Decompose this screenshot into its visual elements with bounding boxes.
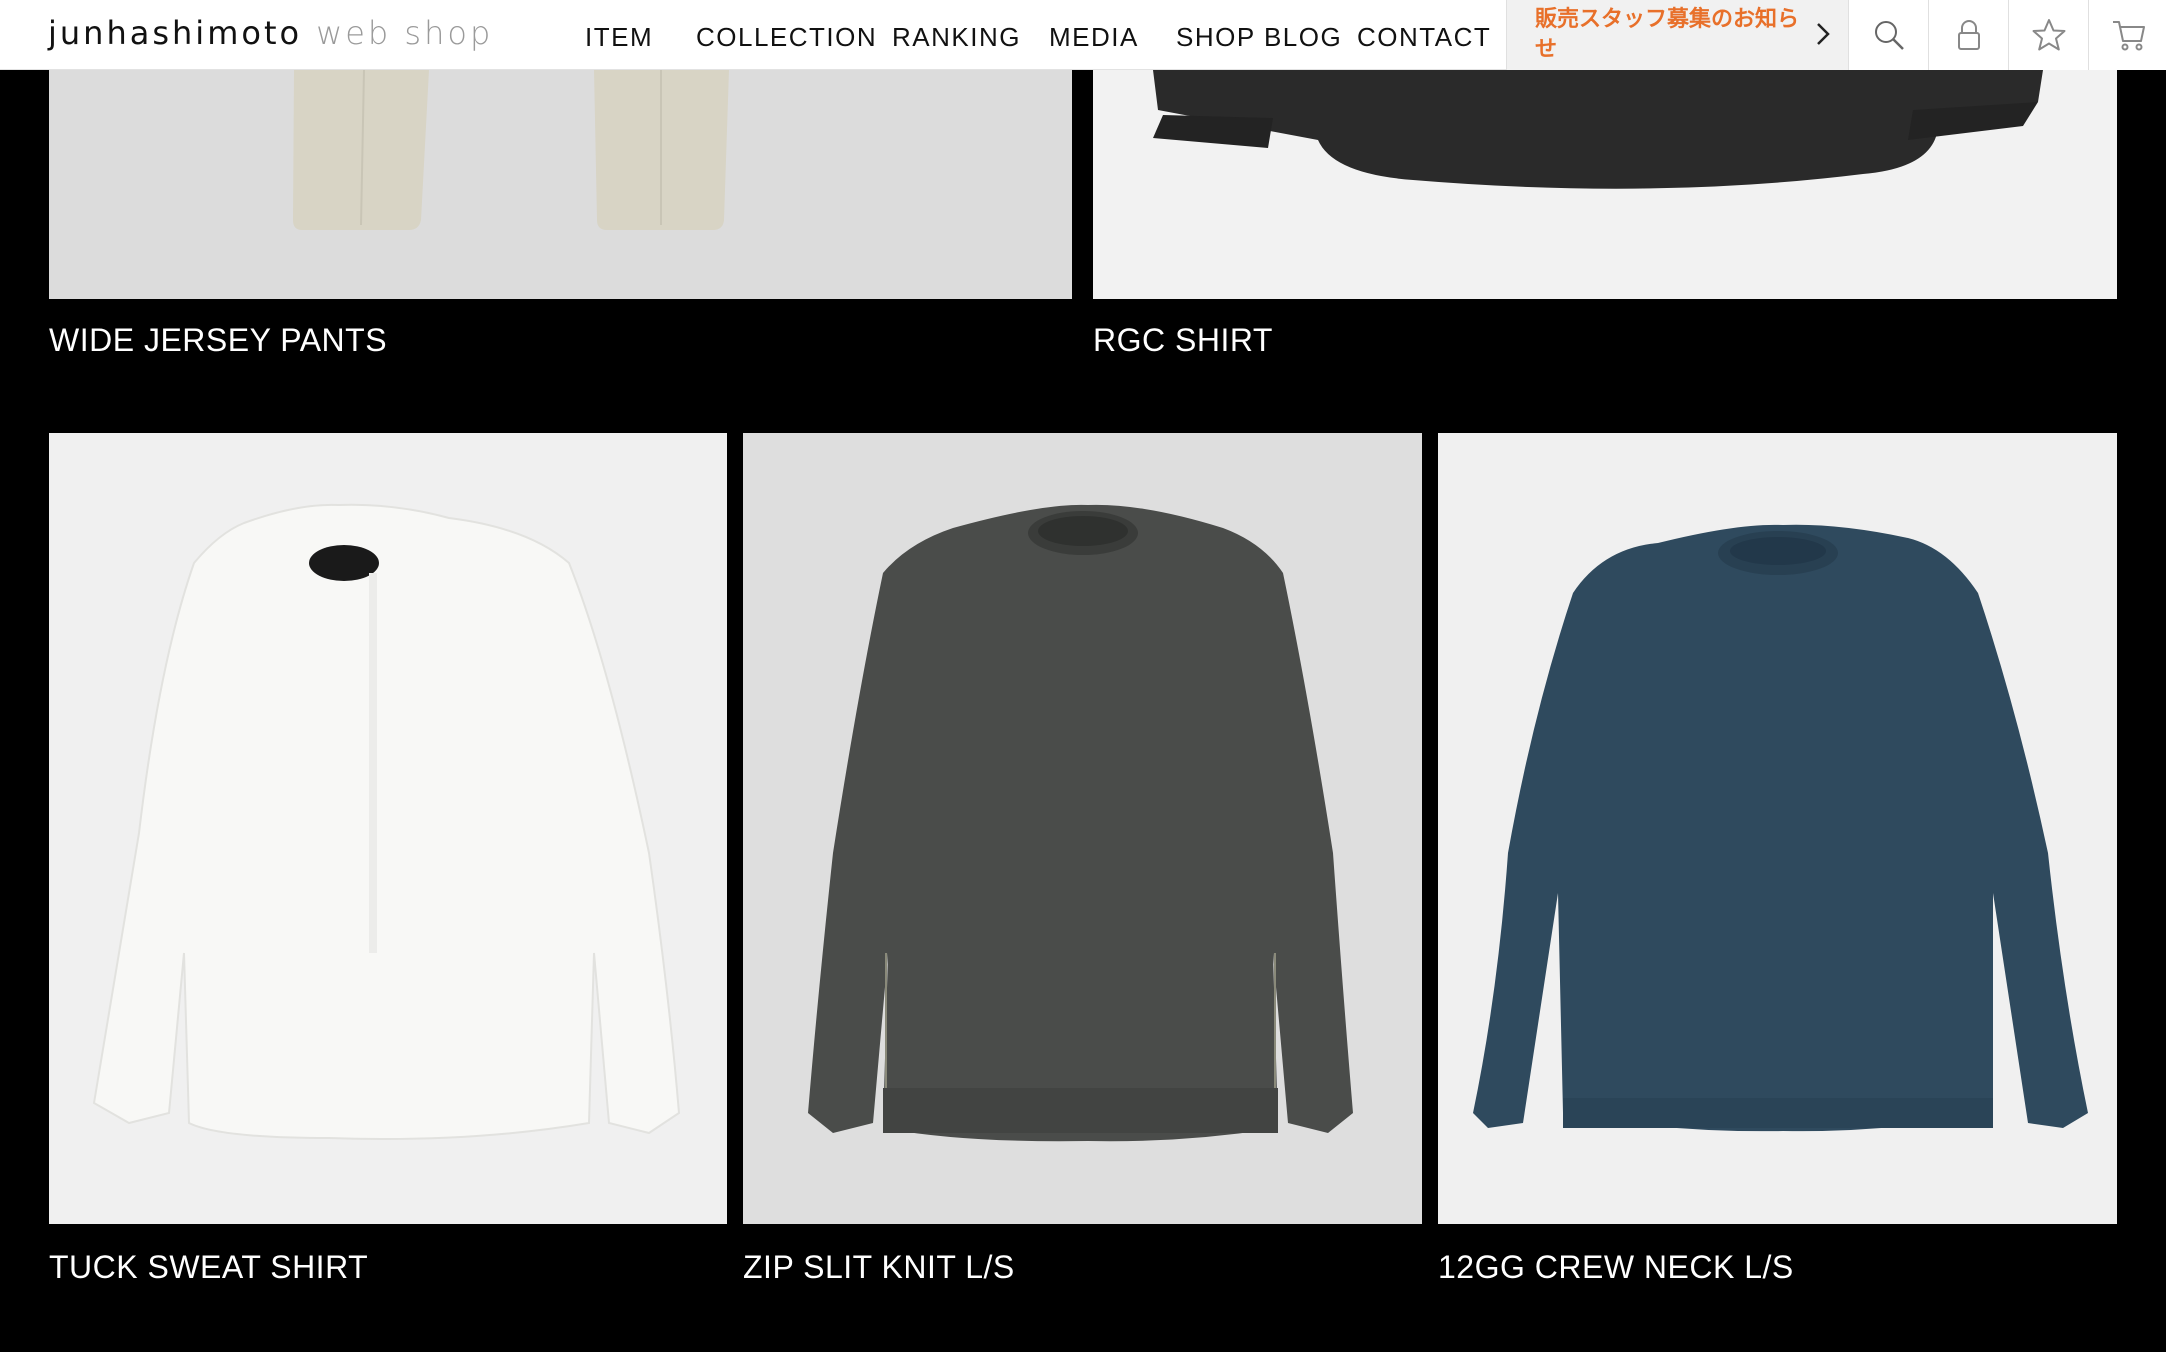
product-image[interactable] — [49, 433, 727, 1224]
chevron-right-icon — [1817, 23, 1830, 45]
notice-text: 販売スタッフ募集のお知らせ — [1535, 6, 1800, 61]
cart-button[interactable] — [2088, 0, 2166, 70]
site-header: junhashimoto web shop ITEM COLLECTION RAN… — [0, 0, 2166, 70]
star-icon — [2032, 19, 2065, 51]
nav-item-collection[interactable]: COLLECTION — [696, 22, 877, 53]
favorites-button[interactable] — [2008, 0, 2088, 70]
product-name[interactable]: WIDE JERSEY PANTS — [49, 322, 387, 359]
product-image[interactable] — [1093, 70, 2117, 299]
site-logo[interactable]: junhashimoto web shop — [48, 14, 493, 52]
product-name[interactable]: 12GG CREW NECK L/S — [1438, 1249, 1794, 1286]
logo-subtitle: web shop — [316, 14, 494, 52]
product-image[interactable] — [49, 70, 1072, 299]
product-image[interactable] — [743, 433, 1422, 1224]
search-button[interactable] — [1848, 0, 1928, 70]
cart-icon — [2112, 21, 2145, 51]
nav-item-item[interactable]: ITEM — [585, 22, 653, 53]
search-icon — [1874, 21, 1904, 50]
nav-item-contact[interactable]: CONTACT — [1357, 22, 1491, 53]
nav-item-media[interactable]: MEDIA — [1049, 22, 1139, 53]
product-card[interactable]: TUCK SWEAT SHIRT — [49, 433, 727, 1293]
login-button[interactable] — [1928, 0, 2008, 70]
product-image[interactable] — [1438, 433, 2117, 1224]
lock-icon — [1957, 20, 1980, 50]
logo-brand: junhashimoto — [48, 14, 303, 52]
product-card[interactable]: 12GG CREW NECK L/S — [1438, 433, 2117, 1293]
product-card[interactable]: WIDE JERSEY PANTS — [49, 70, 1072, 370]
notice-banner[interactable]: 販売スタッフ募集のお知らせ — [1506, 0, 1848, 70]
product-name[interactable]: ZIP SLIT KNIT L/S — [743, 1249, 1015, 1286]
product-name[interactable]: TUCK SWEAT SHIRT — [49, 1249, 368, 1286]
product-name[interactable]: RGC SHIRT — [1093, 322, 1273, 359]
nav-item-shop-blog[interactable]: SHOP BLOG — [1176, 22, 1342, 53]
nav-item-ranking[interactable]: RANKING — [892, 22, 1021, 53]
product-card[interactable]: RGC SHIRT — [1093, 70, 2117, 370]
product-card[interactable]: ZIP SLIT KNIT L/S — [743, 433, 1422, 1293]
